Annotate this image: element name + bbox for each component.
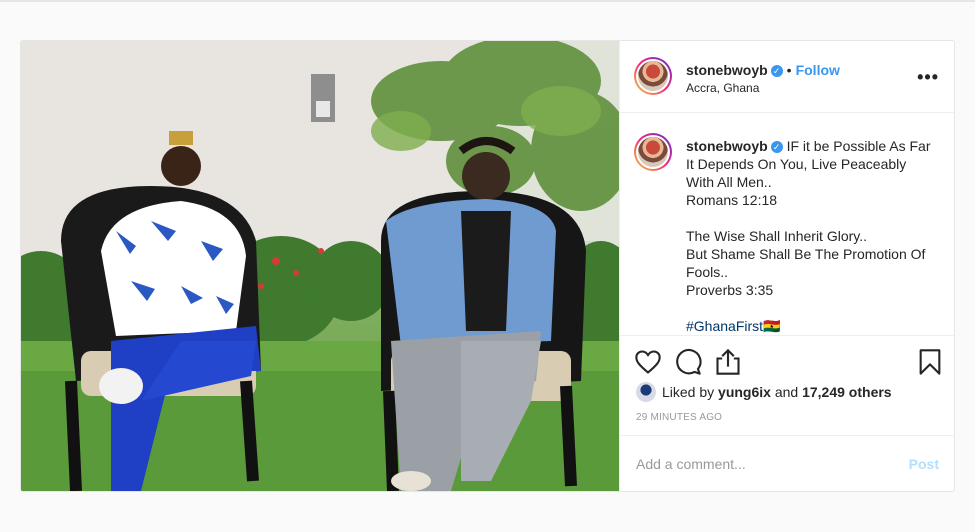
post-location[interactable]: Accra, Ghana — [686, 81, 759, 95]
caption-username[interactable]: stonebwoyb — [686, 138, 768, 154]
post-side-panel: stonebwoyb ✓ • Follow Accra, Ghana ••• ston… — [619, 41, 954, 491]
liker-username[interactable]: yung6ix — [718, 384, 771, 400]
more-options-icon[interactable]: ••• — [917, 67, 939, 88]
post-card: stonebwoyb ✓ • Follow Accra, Ghana ••• ston… — [20, 40, 955, 492]
liker-avatar[interactable] — [636, 382, 656, 402]
post-timestamp[interactable]: 29 MINUTES AGO — [636, 412, 722, 423]
ghana-flag-emoji: 🇬🇭 — [763, 318, 781, 334]
verified-badge-icon: ✓ — [770, 141, 783, 153]
avatar-image — [638, 61, 668, 91]
likes-count-link[interactable]: 17,249 others — [802, 384, 892, 400]
author-line: stonebwoyb ✓ • Follow — [686, 62, 840, 80]
avatar-image — [638, 137, 668, 167]
post-photo-illustration — [21, 41, 619, 491]
caption-avatar[interactable] — [634, 133, 672, 171]
top-divider — [0, 0, 975, 2]
verified-badge-icon: ✓ — [770, 65, 783, 77]
likes-summary: Liked by yung6ix and 17,249 others — [636, 382, 892, 402]
likes-joiner: and — [774, 384, 799, 400]
comment-icon[interactable] — [674, 348, 702, 376]
add-comment-bar: Post — [620, 435, 954, 491]
follow-button[interactable]: Follow — [796, 62, 840, 78]
comment-input[interactable] — [636, 454, 876, 474]
share-icon[interactable] — [714, 348, 742, 376]
post-header: stonebwoyb ✓ • Follow Accra, Ghana ••• — [620, 41, 954, 113]
post-comment-button[interactable]: Post — [909, 456, 939, 472]
author-username[interactable]: stonebwoyb — [686, 62, 768, 78]
separator-dot: • — [786, 62, 792, 78]
post-photo[interactable] — [21, 41, 619, 491]
heart-icon[interactable] — [634, 348, 662, 376]
bookmark-icon[interactable] — [916, 348, 944, 376]
author-avatar[interactable] — [634, 57, 672, 95]
caption-text: IF it be Possible As Far It Depends On Y… — [686, 138, 931, 298]
hashtag-link[interactable]: #GhanaFirst — [686, 318, 763, 334]
comments-section: stonebwoyb ✓ IF it be Possible As Far It … — [620, 113, 954, 335]
post-caption: stonebwoyb ✓ IF it be Possible As Far It … — [686, 137, 936, 335]
liked-by-prefix: Liked by — [662, 384, 715, 400]
